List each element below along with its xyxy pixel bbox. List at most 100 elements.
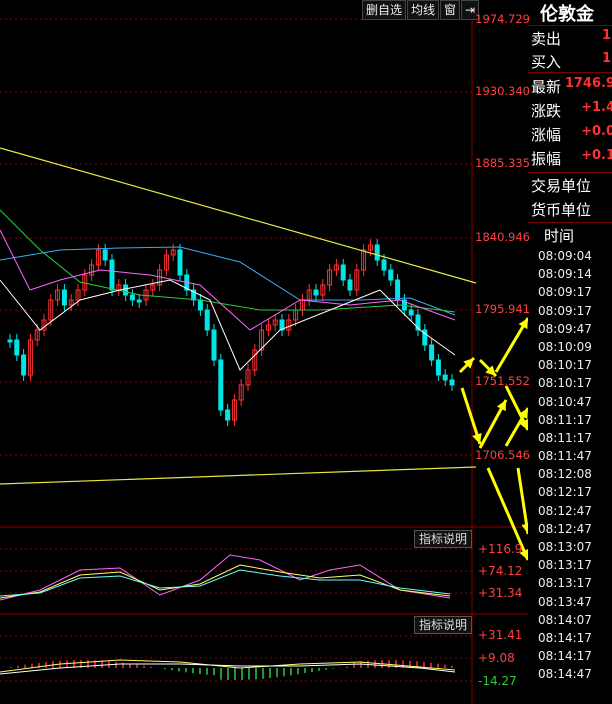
price-axis-label: 1840.946 (475, 230, 530, 244)
tick-time-item: 08:11:17 (538, 412, 592, 427)
last-value: 1746.9 (564, 76, 612, 91)
indicator-help-button[interactable]: 指标说明 (414, 530, 473, 548)
candle-body (225, 409, 231, 421)
indicator2-bars (0, 659, 456, 680)
tick-time-item: 08:10:47 (538, 394, 592, 409)
moving-average-lines (0, 209, 456, 371)
support-trendline (0, 466, 477, 485)
price-chart[interactable] (0, 0, 528, 704)
candle-body (218, 359, 224, 411)
candle-body (177, 249, 183, 276)
candle-body (388, 269, 394, 281)
buy-row: 买入 1 (531, 51, 611, 73)
indicator1-axis-label: +74.12 (478, 564, 523, 578)
price-axis-label: 1885.335 (475, 156, 530, 170)
candlestick-series (7, 239, 455, 426)
chart-toolbar: 删自选 均线 窗 ⇥ (362, 0, 480, 20)
price-axis-label: 1974.729 (475, 12, 530, 26)
tick-time-item: 08:14:17 (538, 630, 592, 645)
amp-value: +0.1 (581, 148, 612, 163)
moving-average-button[interactable]: 均线 (407, 0, 440, 20)
tick-time-item: 08:10:09 (538, 339, 592, 354)
change-row: 涨跌 +1.4 (531, 100, 612, 122)
arrowhead-shape (496, 400, 506, 412)
ma-line (0, 279, 456, 371)
tick-time-item: 08:13:07 (538, 540, 592, 554)
tick-time-item: 08:09:17 (538, 303, 592, 318)
tick-time-item: 08:09:14 (538, 267, 592, 282)
pct-label: 涨幅 (531, 126, 562, 144)
delete-watchlist-button[interactable]: 删自选 (362, 0, 407, 20)
window-button[interactable]: 窗 (440, 0, 461, 20)
change-value: +1.4 (581, 100, 612, 115)
tick-time-item: 08:12:08 (538, 467, 592, 482)
last-row: 最新 1746.9 (531, 76, 612, 98)
candle-body (204, 309, 210, 331)
candle-body (102, 249, 108, 261)
indicator2-axis-label: +31.41 (478, 628, 523, 642)
tick-time-item: 08:14:47 (538, 667, 592, 682)
candle-body (381, 259, 387, 271)
indicator-help-button[interactable]: 指标说明 (414, 616, 473, 634)
tick-time-item: 08:14:17 (538, 649, 592, 664)
forecast-arrows (458, 317, 528, 561)
currency-unit-label: 货币单位 (531, 201, 592, 219)
tick-time-list[interactable]: 08:09:04 08:09:14 08:09:17 08:09:17 08:09:47… (538, 247, 592, 684)
candle-body (7, 339, 13, 343)
candle-body (395, 279, 401, 301)
candle-body (123, 284, 129, 296)
candle-body (313, 289, 319, 296)
tick-time-item: 08:11:17 (538, 430, 592, 445)
candle-body (197, 299, 203, 311)
candle-body (340, 264, 346, 281)
tick-time-item: 08:12:47 (538, 521, 592, 536)
candle-body (136, 299, 142, 303)
amp-row: 振幅 +0.1 (531, 148, 612, 170)
change-label: 涨跌 (531, 102, 562, 120)
resistance-trendline (0, 147, 477, 284)
buy-value: 1 (601, 51, 611, 66)
sell-label: 卖出 (531, 30, 562, 48)
tick-time-item: 08:11:47 (538, 449, 592, 464)
sell-value: 1 (601, 28, 611, 43)
candle-body (347, 279, 353, 291)
price-axis-label: 1795.941 (475, 302, 530, 316)
candle-body (449, 379, 455, 386)
tick-time-item: 08:10:17 (538, 376, 592, 391)
tick-time-item: 08:12:47 (538, 503, 592, 518)
tick-time-item: 08:09:47 (538, 321, 592, 336)
candle-body (109, 259, 115, 291)
last-label: 最新 (531, 78, 562, 96)
candle-body (14, 339, 20, 356)
indicator2-axis-label: -14.27 (478, 674, 517, 688)
indicator1-axis-label: +31.34 (478, 586, 523, 600)
forecast-arrow (516, 467, 528, 535)
candle-body (21, 354, 27, 376)
indicator2-axis-label: +9.08 (478, 651, 515, 665)
arrowhead (496, 400, 506, 412)
buy-label: 买入 (531, 53, 562, 71)
ma-line (0, 229, 456, 331)
candle-body (374, 244, 380, 261)
sell-row: 卖出 1 (531, 28, 611, 50)
price-axis-label: 1751.552 (475, 374, 530, 388)
price-axis-label: 1930.340 (475, 84, 530, 98)
tick-time-item: 08:13:17 (538, 576, 592, 591)
tick-time-item: 08:14:07 (538, 612, 592, 627)
tick-time-item: 08:12:17 (538, 485, 592, 500)
trade-unit-label: 交易单位 (531, 177, 592, 195)
quote-panel: 伦敦金 卖出 1 买入 1 最新 1746.9 涨跌 +1.4 涨幅 +0.0 … (528, 0, 612, 704)
amp-label: 振幅 (531, 150, 562, 168)
instrument-title: 伦敦金 (540, 4, 594, 25)
candle-body (61, 289, 67, 306)
tick-time-item: 08:09:04 (538, 249, 592, 263)
candle-body (435, 359, 441, 376)
price-axis-label: 1706.546 (475, 448, 530, 462)
indicator1-axis-label: +116.9 (478, 542, 523, 556)
candle-body (442, 374, 448, 381)
pct-value: +0.0 (581, 124, 612, 139)
tick-time-item: 08:13:17 (538, 558, 592, 573)
candle-body (129, 294, 135, 301)
tick-time-item: 08:10:17 (538, 358, 592, 373)
candle-body (408, 309, 414, 316)
